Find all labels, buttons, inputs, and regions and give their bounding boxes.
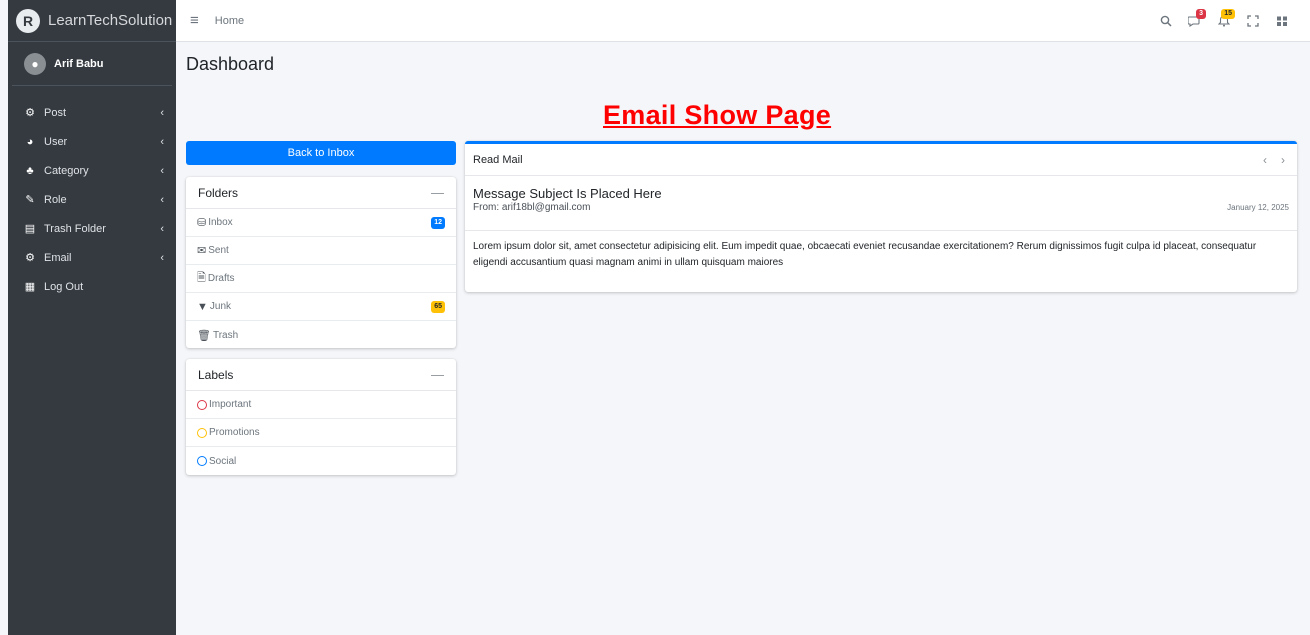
back-to-inbox-button[interactable]: Back to Inbox — [186, 141, 456, 165]
mail-from: From: arif18bl@gmail.com — [473, 202, 591, 213]
read-mail-title: Read Mail — [473, 153, 523, 166]
brand-logo-icon: R — [16, 8, 40, 33]
search-icon[interactable] — [1151, 15, 1180, 27]
mail-pager: ‹ › — [1263, 153, 1289, 167]
label-item-promotions[interactable]: Promotions — [186, 419, 456, 447]
label-text: Promotions — [209, 427, 260, 438]
read-mail-header: Read Mail ‹ › — [465, 144, 1297, 176]
collapse-button[interactable]: — — [431, 367, 444, 382]
sidebar-item-label: Category — [44, 164, 89, 177]
tachometer-icon: ⚙ — [25, 107, 35, 119]
chevron-left-icon: ‹ — [160, 222, 164, 235]
page-heading: Email Show Page — [603, 100, 832, 130]
comments-icon[interactable]: 3 — [1180, 9, 1209, 27]
folder-label: Drafts — [207, 273, 235, 284]
mail-body: Lorem ipsum dolor sit, amet consectetur … — [473, 241, 1257, 268]
folders-card: Folders — ⛁ Inbox 12 ✉ Sent 🗎 Drafts ▼ J… — [186, 177, 456, 348]
unread-count-badge: 12 — [431, 216, 445, 229]
filter-icon: ▼ — [197, 300, 208, 313]
folder-item-junk[interactable]: ▼ Junk 65 — [186, 293, 456, 321]
edit-icon: ✎ — [25, 194, 35, 206]
topbar: ≡ Home 3 15 — [176, 0, 1310, 42]
sidebar-item-role[interactable]: ✎ Role ‹ — [8, 185, 176, 214]
read-mail-card: Read Mail ‹ › Message Subject Is Placed … — [465, 141, 1297, 292]
mail-date: January 12, 2025 — [1227, 203, 1289, 212]
circle-icon — [197, 427, 207, 438]
sidebar-item-label: Post — [44, 106, 67, 119]
labels-header: Labels — — [186, 359, 456, 391]
sidebar-item-trash-folder[interactable]: ▤ Trash Folder ‹ — [8, 214, 176, 243]
circle-icon — [197, 456, 207, 466]
circle-icon — [197, 399, 207, 410]
label-text: Social — [209, 455, 237, 467]
junk-count-badge: 65 — [431, 300, 445, 313]
sidebar-item-label: Role — [44, 193, 67, 206]
envelope-icon: ✉ — [197, 245, 207, 257]
sidebar-item-post[interactable]: ⚙ Post ‹ — [8, 98, 176, 127]
mail-info: Message Subject Is Placed Here From: ari… — [465, 176, 1297, 231]
home-link[interactable]: Home — [215, 15, 244, 27]
folder-label: Trash — [212, 329, 239, 341]
grid-icon: ▦ — [24, 281, 36, 293]
sidebar: R LearnTechSolution ● Arif Babu ⚙ Post ‹… — [8, 0, 176, 635]
folder-label: Junk — [209, 301, 232, 312]
chevron-left-icon: ‹ — [160, 164, 164, 177]
sidebar-item-label: Email — [44, 251, 72, 264]
sidebar-item-label: Trash Folder — [44, 222, 106, 235]
collapse-button[interactable]: — — [431, 185, 444, 200]
next-mail-button[interactable]: › — [1281, 153, 1285, 167]
messages-badge: 3 — [1196, 9, 1206, 19]
file-icon: ▤ — [24, 223, 36, 235]
sidebar-item-log-out[interactable]: ▦ Log Out — [8, 272, 176, 301]
label-text: Important — [209, 399, 252, 410]
folder-item-sent[interactable]: ✉ Sent — [186, 237, 456, 265]
notifications-badge: 15 — [1221, 9, 1235, 19]
user-panel[interactable]: ● Arif Babu — [12, 42, 172, 86]
file-text-icon: 🗎 — [197, 272, 206, 284]
sidebar-item-user[interactable]: ◕ User ‹ — [8, 127, 176, 156]
folders-title: Folders — [198, 185, 239, 200]
sidebar-item-category[interactable]: ♣ Category ‹ — [8, 156, 176, 185]
previous-mail-button[interactable]: ‹ — [1263, 153, 1267, 167]
menu-toggle-icon[interactable]: ≡ — [190, 12, 199, 29]
sidebar-item-label: Log Out — [44, 280, 84, 293]
topbar-actions: 3 15 — [1151, 0, 1296, 42]
folder-item-trash[interactable]: 🗑 Trash — [186, 321, 456, 349]
tachometer-icon: ⚙ — [25, 252, 35, 264]
user-name: Arif Babu — [54, 57, 104, 70]
chart-pie-icon: ◕ — [26, 135, 34, 148]
chevron-left-icon: ‹ — [160, 251, 164, 264]
folder-item-inbox[interactable]: ⛁ Inbox 12 — [186, 209, 456, 237]
sidebar-nav: ⚙ Post ‹ ◕ User ‹ ♣ Category ‹ ✎ Role ‹ … — [8, 98, 176, 301]
sidebar-item-label: User — [44, 135, 68, 148]
grid-icon[interactable] — [1267, 15, 1296, 27]
labels-title: Labels — [198, 367, 234, 382]
mail-subject: Message Subject Is Placed Here — [473, 186, 662, 201]
folder-label: Sent — [208, 245, 229, 256]
fullscreen-icon[interactable] — [1238, 15, 1267, 27]
chevron-left-icon: ‹ — [160, 106, 164, 119]
chevron-left-icon: ‹ — [160, 135, 164, 148]
folder-item-drafts[interactable]: 🗎 Drafts — [186, 265, 456, 293]
chevron-left-icon: ‹ — [160, 193, 164, 206]
tree-icon: ♣ — [26, 164, 34, 177]
label-item-important[interactable]: Important — [186, 391, 456, 419]
sidebar-item-email[interactable]: ⚙ Email ‹ — [8, 243, 176, 272]
page-title: Dashboard — [186, 54, 275, 74]
labels-card: Labels — Important Promotions Social — [186, 359, 456, 475]
folder-label: Inbox — [208, 217, 233, 228]
label-item-social[interactable]: Social — [186, 447, 456, 475]
trash-icon: 🗑 — [197, 329, 211, 342]
folders-header: Folders — — [186, 177, 456, 209]
avatar: ● — [24, 52, 46, 75]
bell-icon[interactable]: 15 — [1209, 9, 1238, 27]
brand-link[interactable]: R LearnTechSolution — [8, 0, 176, 42]
brand-name: LearnTechSolution — [48, 12, 173, 29]
inbox-icon: ⛁ — [197, 217, 207, 229]
